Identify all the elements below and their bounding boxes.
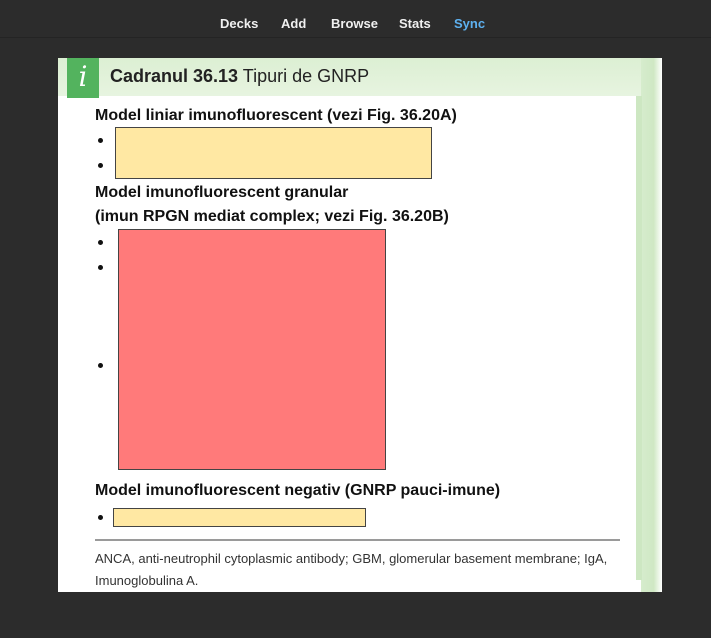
top-toolbar: Decks Add Browse Stats Sync bbox=[0, 0, 711, 38]
bullet bbox=[98, 163, 103, 168]
box-title-number: Cadranul 36.13 bbox=[110, 66, 239, 86]
nav-browse[interactable]: Browse bbox=[331, 16, 378, 31]
bullet bbox=[98, 265, 103, 270]
section-heading-granular-sub: (imun RPGN mediat complex; vezi Fig. 36.… bbox=[95, 208, 449, 225]
section-heading-linear: Model liniar imunofluorescent (vezi Fig.… bbox=[95, 107, 457, 124]
box-right-border bbox=[641, 58, 662, 592]
bullet bbox=[98, 515, 103, 520]
bullet bbox=[98, 240, 103, 245]
occlusion-mask-red[interactable] bbox=[118, 229, 386, 470]
occlusion-mask-yellow[interactable] bbox=[115, 127, 432, 179]
section-heading-negative: Model imunofluorescent negativ (GNRP pau… bbox=[95, 482, 501, 499]
nav-add[interactable]: Add bbox=[281, 16, 306, 31]
section-heading-granular: Model imunofluorescent granular bbox=[95, 184, 349, 201]
bullet bbox=[98, 138, 103, 143]
flashcard-image: i Cadranul 36.13 Tipuri de GNRP Model li… bbox=[58, 58, 662, 592]
occlusion-mask-yellow-small[interactable] bbox=[113, 508, 366, 527]
box-title: Cadranul 36.13 Tipuri de GNRP bbox=[110, 66, 369, 87]
box-inner-border bbox=[636, 96, 642, 580]
nav-stats[interactable]: Stats bbox=[399, 16, 431, 31]
box-title-text: Tipuri de GNRP bbox=[238, 66, 370, 86]
nav-decks[interactable]: Decks bbox=[220, 16, 258, 31]
nav-sync[interactable]: Sync bbox=[454, 16, 485, 31]
info-icon: i bbox=[67, 58, 99, 98]
footnote-divider bbox=[95, 539, 620, 541]
bullet bbox=[98, 363, 103, 368]
footnote-text: ANCA, anti-neutrophil cytoplasmic antibo… bbox=[95, 551, 608, 588]
